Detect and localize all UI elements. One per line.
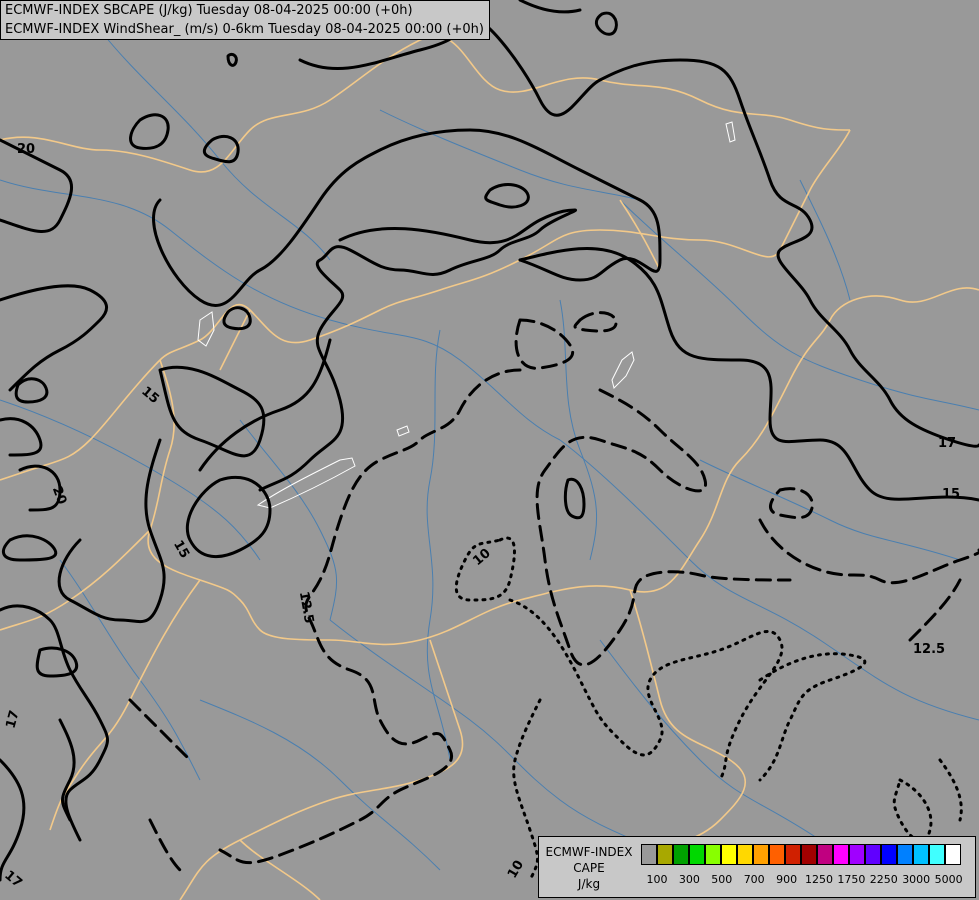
legend-swatch <box>897 844 913 865</box>
legend-tick-label: 3000 <box>902 873 931 886</box>
legend-swatch <box>641 844 657 865</box>
legend-swatch <box>929 844 945 865</box>
legend-swatch <box>833 844 849 865</box>
legend-unit: J/kg <box>577 877 601 891</box>
legend-swatch <box>881 844 897 865</box>
legend-swatch <box>657 844 673 865</box>
map-header: ECMWF-INDEX SBCAPE (J/kg) Tuesday 08-04-… <box>0 0 490 40</box>
legend-tick-label: 2250 <box>869 873 898 886</box>
legend-swatches <box>641 844 961 865</box>
country-borders <box>0 35 979 900</box>
legend-swatch <box>785 844 801 865</box>
legend-swatch <box>865 844 881 865</box>
legend-swatch <box>753 844 769 865</box>
legend-swatch <box>705 844 721 865</box>
solid-contours <box>0 0 979 882</box>
contour-label-17a: 17 <box>938 436 957 451</box>
contour-label-15c: 15 <box>942 487 961 502</box>
legend-swatch <box>769 844 785 865</box>
legend-swatch <box>849 844 865 865</box>
legend-tick-label: 500 <box>711 873 733 886</box>
legend-variable: CAPE <box>573 861 605 875</box>
legend-tick-label: 700 <box>743 873 765 886</box>
windshear-title: ECMWF-INDEX WindShear_ (m/s) 0-6km Tuesd… <box>5 22 484 37</box>
cape-legend: ECMWF-INDEX CAPE J/kg 100 300 500 700 900 125… <box>538 836 976 898</box>
legend-swatch <box>737 844 753 865</box>
legend-tick-label: 1750 <box>837 873 866 886</box>
lakes <box>197 121 736 509</box>
legend-tick-label: 100 <box>646 873 668 886</box>
legend-swatch <box>721 844 737 865</box>
legend-title: ECMWF-INDEX CAPE J/kg <box>543 844 635 892</box>
legend-swatch <box>817 844 833 865</box>
legend-swatch <box>689 844 705 865</box>
contour-label-20a: 20 <box>17 142 36 157</box>
legend-tick-label: 1250 <box>805 873 833 886</box>
legend-swatch <box>913 844 929 865</box>
weather-map <box>0 0 979 900</box>
cape-title: ECMWF-INDEX SBCAPE (J/kg) Tuesday 08-04-… <box>5 3 413 18</box>
legend-tick-label: 900 <box>776 873 798 886</box>
legend-model: ECMWF-INDEX <box>545 845 633 859</box>
legend-tick-label: 300 <box>678 873 700 886</box>
legend-swatch <box>945 844 961 865</box>
legend-swatch <box>673 844 689 865</box>
legend-swatch <box>801 844 817 865</box>
contour-label-12-5b: 12.5 <box>913 642 946 657</box>
legend-tick-label: 5000 <box>934 873 963 886</box>
